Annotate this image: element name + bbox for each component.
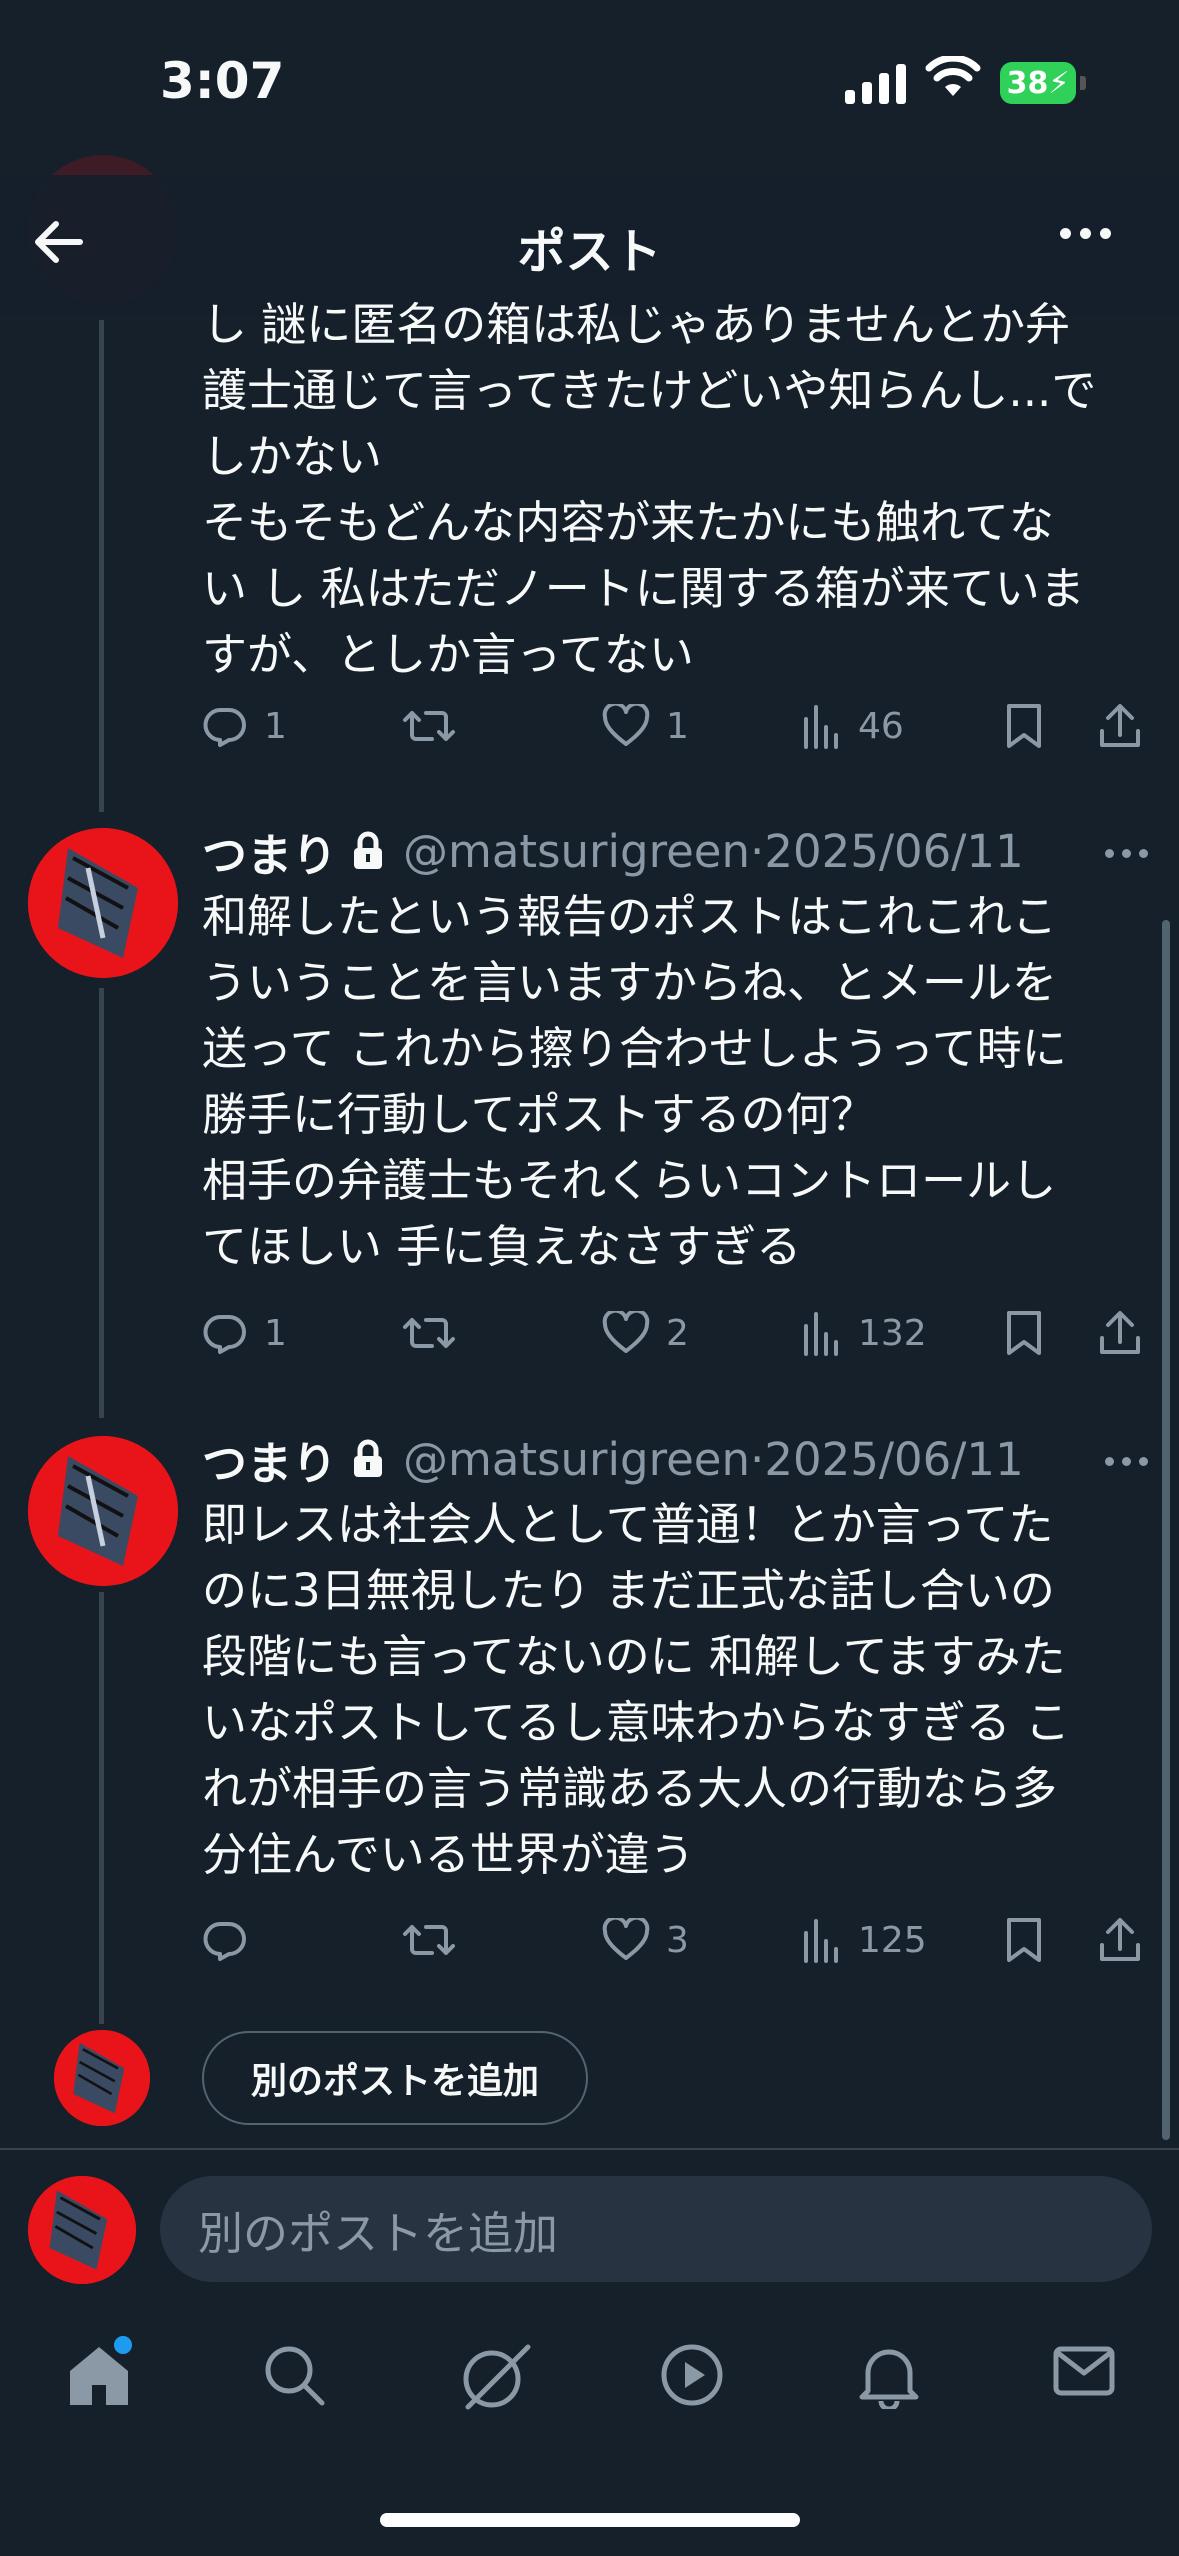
views-chart-icon — [804, 1312, 838, 1356]
reply-button[interactable]: 1 — [202, 1310, 287, 1356]
post-actions: 1 1 46 — [202, 696, 1162, 756]
post-text: 和解したという報告のポストはこれこれこ ういうことを言いますからね、とメールを 送っ… — [202, 890, 1067, 1273]
post-text: 即レスは社会人として普通！とか言ってた のに3日無視したり まだ正式な話し合いの段… — [202, 1498, 1070, 1881]
battery-level: 38 — [1006, 65, 1049, 101]
meta-separator: · — [750, 824, 765, 878]
post-header: つまり @matsurigreen · 2025/06/11 — [202, 1426, 1024, 1492]
post-actions: 1 2 132 — [202, 1303, 1162, 1363]
post-header: つまり @matsurigreen · 2025/06/11 — [202, 818, 1024, 884]
views-chart-icon — [804, 1919, 838, 1963]
notifications-icon[interactable] — [858, 2343, 920, 2413]
repost-button[interactable] — [402, 1310, 456, 1356]
handle[interactable]: @matsurigreen — [403, 825, 750, 878]
repost-icon — [403, 1318, 455, 1348]
heart-icon — [602, 704, 650, 746]
views-button[interactable]: 132 — [802, 1310, 927, 1356]
heart-icon — [602, 1918, 650, 1960]
scrollbar[interactable] — [1162, 920, 1170, 2140]
notification-dot — [114, 2336, 132, 2354]
thread-line — [99, 988, 104, 1418]
like-button[interactable]: 1 — [602, 704, 689, 748]
display-name[interactable]: つまり — [202, 819, 337, 884]
avatar[interactable] — [28, 828, 178, 978]
bookmark-icon[interactable] — [1006, 1917, 1042, 1963]
search-icon[interactable] — [262, 2343, 326, 2411]
post-date[interactable]: 2025/06/11 — [764, 1433, 1023, 1486]
status-time: 3:07 — [160, 52, 285, 110]
thread-line — [99, 1592, 104, 2024]
post-actions: 3 125 — [202, 1910, 1162, 1970]
reply-icon — [203, 1314, 246, 1354]
repost-icon — [403, 1925, 455, 1955]
divider — [0, 2148, 1179, 2150]
share-icon[interactable] — [1098, 1917, 1142, 1963]
bookmark-icon[interactable] — [1006, 703, 1042, 749]
video-icon[interactable] — [660, 2343, 724, 2411]
avatar — [28, 2176, 136, 2284]
wifi-icon — [925, 54, 981, 104]
views-button[interactable]: 46 — [802, 703, 904, 749]
add-another-post-button[interactable]: 別のポストを追加 — [202, 2031, 588, 2125]
more-options-icon[interactable] — [1060, 228, 1111, 239]
reply-button[interactable] — [202, 1917, 264, 1963]
share-icon[interactable] — [1098, 703, 1142, 749]
repost-button[interactable] — [402, 703, 456, 749]
messages-icon[interactable] — [1052, 2343, 1116, 2403]
reply-button[interactable]: 1 — [202, 703, 287, 749]
avatar — [54, 2030, 150, 2126]
like-button[interactable]: 2 — [602, 1311, 689, 1355]
avatar[interactable] — [28, 1436, 178, 1586]
reply-icon — [203, 1921, 246, 1961]
repost-icon — [403, 711, 455, 741]
handle[interactable]: @matsurigreen — [403, 1433, 750, 1486]
lock-icon — [354, 1439, 383, 1477]
repost-button[interactable] — [402, 1917, 456, 1963]
post-more-icon[interactable] — [1105, 849, 1148, 858]
battery-icon: 38 ⚡ — [1000, 62, 1076, 104]
cellular-signal-icon — [845, 62, 906, 104]
views-chart-icon — [804, 705, 838, 749]
battery-cap — [1080, 76, 1086, 90]
page-title: ポスト — [517, 224, 662, 280]
grok-icon[interactable] — [458, 2343, 532, 2417]
post-more-icon[interactable] — [1105, 1457, 1148, 1466]
display-name[interactable]: つまり — [202, 1427, 337, 1492]
bookmark-icon[interactable] — [1006, 1310, 1042, 1356]
meta-separator: · — [750, 1432, 765, 1486]
reply-compose-input[interactable]: 別のポストを追加 — [160, 2176, 1152, 2282]
like-button[interactable]: 3 — [602, 1918, 689, 1962]
post-text: し 謎に匿名の箱は私じゃありませんとか弁 護士通じて言ってきたけどいや知らんし..… — [202, 298, 1097, 681]
home-indicator[interactable] — [380, 2513, 800, 2527]
heart-icon — [602, 1311, 650, 1353]
lock-icon — [354, 831, 383, 869]
thread-line — [99, 320, 104, 812]
reply-icon — [203, 707, 246, 747]
views-button[interactable]: 125 — [802, 1917, 927, 1963]
post-date[interactable]: 2025/06/11 — [764, 825, 1023, 878]
share-icon[interactable] — [1098, 1310, 1142, 1356]
